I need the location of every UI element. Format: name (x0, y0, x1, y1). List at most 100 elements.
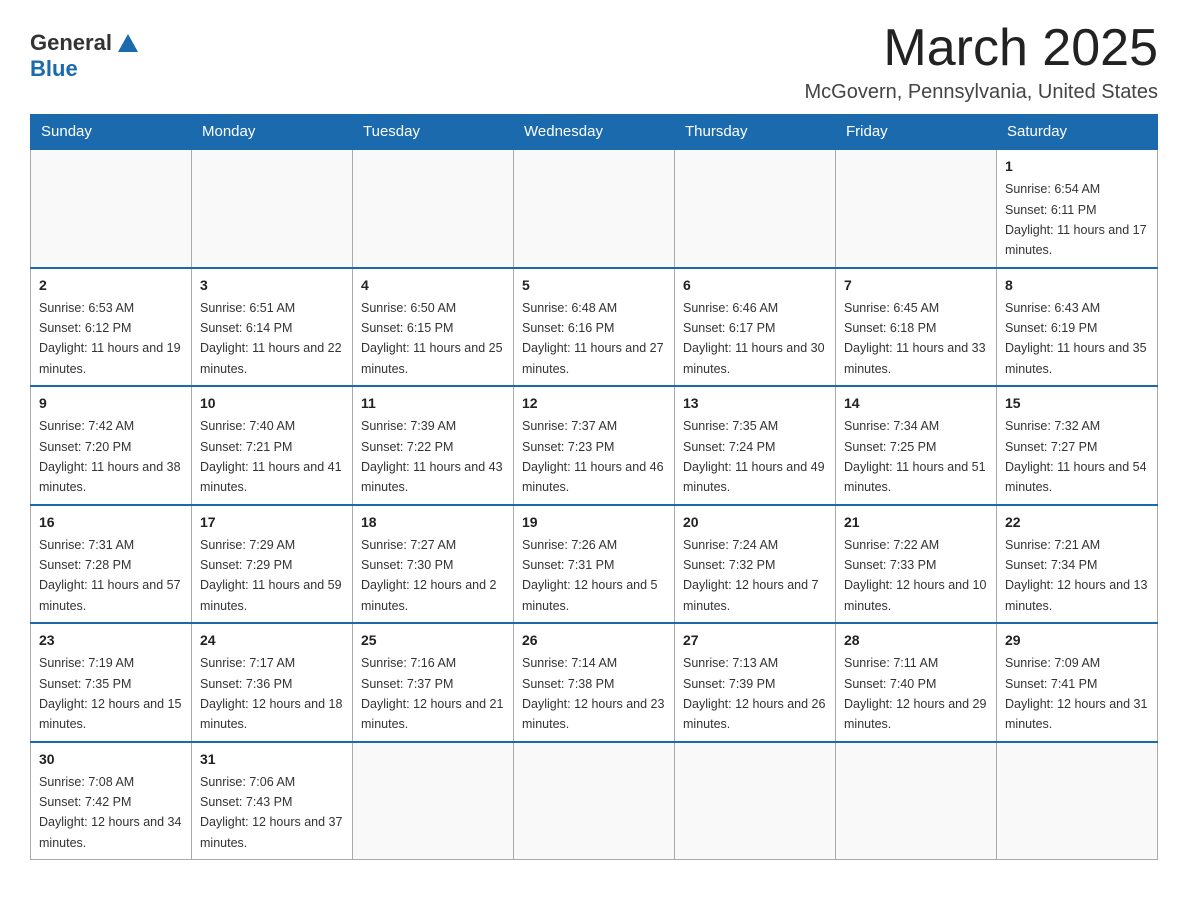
day-number: 31 (200, 749, 344, 770)
calendar-header-saturday: Saturday (997, 115, 1158, 150)
day-info: Sunrise: 7:13 AM Sunset: 7:39 PM Dayligh… (683, 656, 825, 731)
day-number: 11 (361, 393, 505, 414)
day-number: 23 (39, 630, 183, 651)
day-number: 8 (1005, 275, 1149, 296)
calendar-cell: 16 Sunrise: 7:31 AM Sunset: 7:28 PM Dayli… (31, 505, 192, 624)
calendar-cell: 17 Sunrise: 7:29 AM Sunset: 7:29 PM Dayli… (192, 505, 353, 624)
day-number: 28 (844, 630, 988, 651)
calendar-cell: 21Sunrise: 7:22 AM Sunset: 7:33 PM Dayli… (836, 505, 997, 624)
calendar-header-monday: Monday (192, 115, 353, 150)
day-number: 19 (522, 512, 666, 533)
calendar-cell: 29 Sunrise: 7:09 AM Sunset: 7:41 PM Dayli… (997, 623, 1158, 742)
day-info: Sunrise: 7:26 AM Sunset: 7:31 PM Dayligh… (522, 538, 658, 613)
calendar-week-row: 23 Sunrise: 7:19 AM Sunset: 7:35 PM Dayli… (31, 623, 1158, 742)
day-info: Sunrise: 7:06 AM Sunset: 7:43 PM Dayligh… (200, 775, 342, 850)
calendar-table: SundayMondayTuesdayWednesdayThursdayFrid… (30, 114, 1158, 860)
calendar-cell (353, 149, 514, 268)
calendar-week-row: 9Sunrise: 7:42 AM Sunset: 7:20 PM Daylig… (31, 386, 1158, 505)
calendar-cell: 9Sunrise: 7:42 AM Sunset: 7:20 PM Daylig… (31, 386, 192, 505)
logo: General Blue (30, 20, 138, 82)
calendar-cell (675, 149, 836, 268)
calendar-cell: 18 Sunrise: 7:27 AM Sunset: 7:30 PM Dayli… (353, 505, 514, 624)
day-info: Sunrise: 6:51 AM Sunset: 6:14 PM Dayligh… (200, 301, 342, 376)
logo-general-text: General (30, 30, 138, 56)
day-number: 10 (200, 393, 344, 414)
day-info: Sunrise: 6:50 AM Sunset: 6:15 PM Dayligh… (361, 301, 503, 376)
day-info: Sunrise: 7:29 AM Sunset: 7:29 PM Dayligh… (200, 538, 342, 613)
day-number: 12 (522, 393, 666, 414)
calendar-week-row: 2Sunrise: 6:53 AM Sunset: 6:12 PM Daylig… (31, 268, 1158, 387)
day-info: Sunrise: 7:31 AM Sunset: 7:28 PM Dayligh… (39, 538, 181, 613)
calendar-week-row: 30Sunrise: 7:08 AM Sunset: 7:42 PM Dayli… (31, 742, 1158, 860)
day-info: Sunrise: 6:45 AM Sunset: 6:18 PM Dayligh… (844, 301, 986, 376)
calendar-cell: 2Sunrise: 6:53 AM Sunset: 6:12 PM Daylig… (31, 268, 192, 387)
day-info: Sunrise: 7:19 AM Sunset: 7:35 PM Dayligh… (39, 656, 181, 731)
calendar-cell (836, 742, 997, 860)
day-number: 14 (844, 393, 988, 414)
title-block: March 2025 McGovern, Pennsylvania, Unite… (804, 20, 1158, 104)
calendar-cell: 15 Sunrise: 7:32 AM Sunset: 7:27 PM Dayli… (997, 386, 1158, 505)
month-title: March 2025 (804, 20, 1158, 77)
day-info: Sunrise: 7:37 AM Sunset: 7:23 PM Dayligh… (522, 419, 664, 494)
day-info: Sunrise: 7:21 AM Sunset: 7:34 PM Dayligh… (1005, 538, 1147, 613)
calendar-cell (675, 742, 836, 860)
calendar-cell (31, 149, 192, 268)
calendar-cell (192, 149, 353, 268)
day-info: Sunrise: 7:27 AM Sunset: 7:30 PM Dayligh… (361, 538, 497, 613)
day-info: Sunrise: 6:48 AM Sunset: 6:16 PM Dayligh… (522, 301, 664, 376)
day-info: Sunrise: 6:43 AM Sunset: 6:19 PM Dayligh… (1005, 301, 1147, 376)
day-number: 5 (522, 275, 666, 296)
day-number: 18 (361, 512, 505, 533)
day-number: 16 (39, 512, 183, 533)
calendar-header-row: SundayMondayTuesdayWednesdayThursdayFrid… (31, 115, 1158, 150)
calendar-cell (514, 149, 675, 268)
calendar-cell (997, 742, 1158, 860)
day-info: Sunrise: 6:46 AM Sunset: 6:17 PM Dayligh… (683, 301, 825, 376)
calendar-cell: 31 Sunrise: 7:06 AM Sunset: 7:43 PM Dayli… (192, 742, 353, 860)
day-info: Sunrise: 7:34 AM Sunset: 7:25 PM Dayligh… (844, 419, 986, 494)
calendar-cell: 3 Sunrise: 6:51 AM Sunset: 6:14 PM Daylig… (192, 268, 353, 387)
day-number: 20 (683, 512, 827, 533)
calendar-header-friday: Friday (836, 115, 997, 150)
day-info: Sunrise: 7:16 AM Sunset: 7:37 PM Dayligh… (361, 656, 503, 731)
logo-blue-text: Blue (30, 56, 78, 82)
day-info: Sunrise: 7:17 AM Sunset: 7:36 PM Dayligh… (200, 656, 342, 731)
day-number: 3 (200, 275, 344, 296)
calendar-cell: 8 Sunrise: 6:43 AM Sunset: 6:19 PM Daylig… (997, 268, 1158, 387)
day-number: 27 (683, 630, 827, 651)
calendar-cell: 26Sunrise: 7:14 AM Sunset: 7:38 PM Dayli… (514, 623, 675, 742)
calendar-week-row: 1 Sunrise: 6:54 AM Sunset: 6:11 PM Daylig… (31, 149, 1158, 268)
day-number: 22 (1005, 512, 1149, 533)
calendar-cell: 1 Sunrise: 6:54 AM Sunset: 6:11 PM Daylig… (997, 149, 1158, 268)
calendar-cell: 22 Sunrise: 7:21 AM Sunset: 7:34 PM Dayli… (997, 505, 1158, 624)
day-info: Sunrise: 7:42 AM Sunset: 7:20 PM Dayligh… (39, 419, 181, 494)
calendar-cell: 4Sunrise: 6:50 AM Sunset: 6:15 PM Daylig… (353, 268, 514, 387)
calendar-header-wednesday: Wednesday (514, 115, 675, 150)
calendar-header-sunday: Sunday (31, 115, 192, 150)
calendar-cell: 28 Sunrise: 7:11 AM Sunset: 7:40 PM Dayli… (836, 623, 997, 742)
day-number: 1 (1005, 156, 1149, 177)
day-info: Sunrise: 7:40 AM Sunset: 7:21 PM Dayligh… (200, 419, 342, 494)
calendar-cell: 10 Sunrise: 7:40 AM Sunset: 7:21 PM Dayli… (192, 386, 353, 505)
day-number: 17 (200, 512, 344, 533)
calendar-cell: 24 Sunrise: 7:17 AM Sunset: 7:36 PM Dayli… (192, 623, 353, 742)
day-number: 29 (1005, 630, 1149, 651)
calendar-cell: 5 Sunrise: 6:48 AM Sunset: 6:16 PM Daylig… (514, 268, 675, 387)
logo-triangle-icon (118, 34, 138, 52)
calendar-header-thursday: Thursday (675, 115, 836, 150)
day-info: Sunrise: 6:54 AM Sunset: 6:11 PM Dayligh… (1005, 182, 1147, 257)
day-number: 15 (1005, 393, 1149, 414)
day-info: Sunrise: 7:09 AM Sunset: 7:41 PM Dayligh… (1005, 656, 1147, 731)
day-info: Sunrise: 7:11 AM Sunset: 7:40 PM Dayligh… (844, 656, 986, 731)
day-number: 24 (200, 630, 344, 651)
day-info: Sunrise: 7:32 AM Sunset: 7:27 PM Dayligh… (1005, 419, 1147, 494)
location-text: McGovern, Pennsylvania, United States (804, 81, 1158, 104)
calendar-cell (353, 742, 514, 860)
calendar-cell: 7Sunrise: 6:45 AM Sunset: 6:18 PM Daylig… (836, 268, 997, 387)
calendar-cell: 13Sunrise: 7:35 AM Sunset: 7:24 PM Dayli… (675, 386, 836, 505)
calendar-cell: 30Sunrise: 7:08 AM Sunset: 7:42 PM Dayli… (31, 742, 192, 860)
calendar-cell: 20Sunrise: 7:24 AM Sunset: 7:32 PM Dayli… (675, 505, 836, 624)
day-number: 21 (844, 512, 988, 533)
calendar-cell: 6Sunrise: 6:46 AM Sunset: 6:17 PM Daylig… (675, 268, 836, 387)
day-number: 25 (361, 630, 505, 651)
